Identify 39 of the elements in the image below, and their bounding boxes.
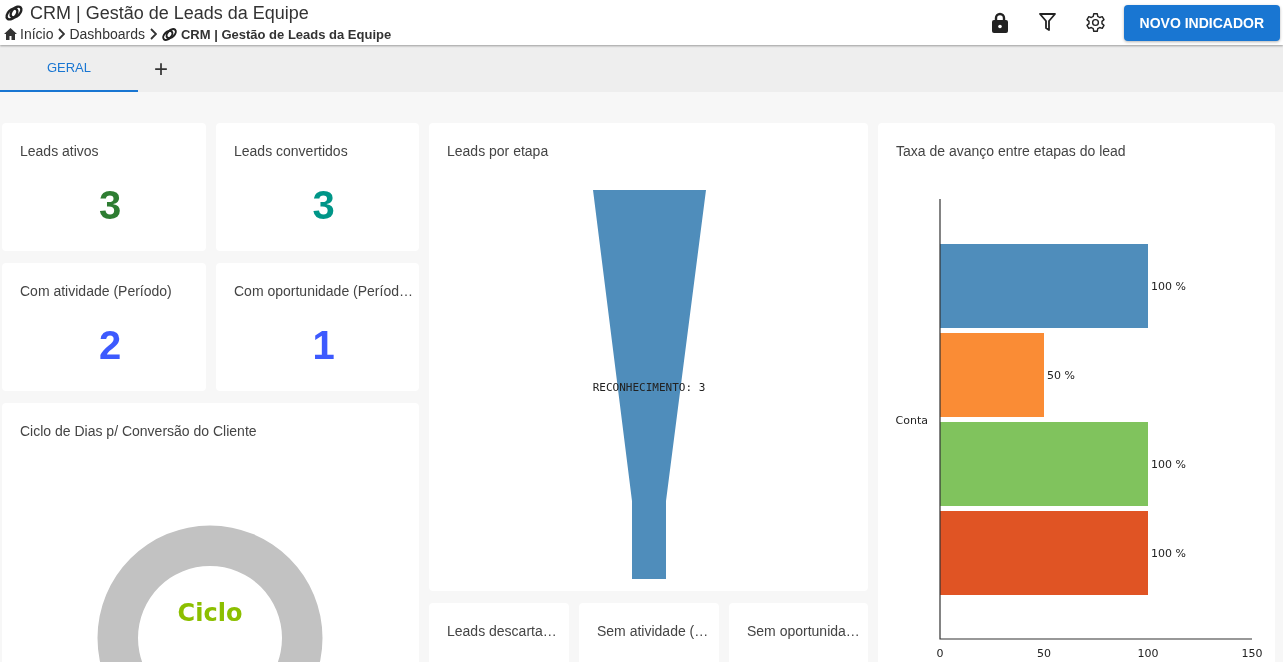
breadcrumb-link[interactable]: CRM | Gestão de Leads da Equipe <box>180 26 392 42</box>
page-title: CRM | Gestão de Leads da Equipe <box>30 2 309 24</box>
card-title: Leads ativos <box>20 143 100 159</box>
filter-icon[interactable] <box>1039 13 1057 32</box>
kpi-value: 3 <box>97 183 123 228</box>
card-title: Leads convertidos <box>234 143 349 159</box>
card-title: Leads por etapa <box>446 143 550 159</box>
kpi-value: 2 <box>97 323 123 368</box>
tab[interactable]: GERAL <box>0 45 138 92</box>
category-label: Conta <box>895 414 928 427</box>
new-indicator-button[interactable]: NOVO INDICADOR <box>1123 4 1280 41</box>
card-title: Sem atividade (… <box>597 623 710 639</box>
data-label: 100 % <box>1151 280 1186 293</box>
kpi-value: 1 <box>311 323 336 368</box>
settings-icon[interactable] <box>1085 12 1107 33</box>
card-title: Com atividade (Período) <box>20 283 173 299</box>
lock-icon[interactable] <box>991 12 1008 33</box>
breadcrumb-link[interactable]: Início <box>20 26 54 42</box>
card-title: Sem oportunida… <box>747 623 861 639</box>
breadcrumb-link[interactable]: Dashboards <box>69 26 145 42</box>
tick-label: 150 <box>1241 647 1263 660</box>
add-tab-button[interactable]: + <box>138 45 184 92</box>
chevron-icon <box>148 28 157 40</box>
link-icon <box>160 25 178 43</box>
tick-label: 50 <box>1037 647 1051 660</box>
chevron-icon <box>57 28 66 40</box>
card-title: Leads descarta… <box>447 623 558 639</box>
data-label: 50 % <box>1047 369 1075 382</box>
card-title: Com oportunidade (Períod… <box>234 283 413 299</box>
kpi-value: 3 <box>311 183 336 228</box>
data-label: 100 % <box>1151 547 1186 560</box>
card-title: Taxa de avanço entre etapas do lead <box>895 143 1127 159</box>
gauge-label: Ciclo <box>177 599 243 627</box>
link-icon <box>4 3 24 23</box>
tick-label: 100 <box>1137 647 1159 660</box>
home-icon <box>4 28 17 40</box>
data-label: 100 % <box>1151 458 1186 471</box>
card-title: Ciclo de Dias p/ Conversão do Cliente <box>20 423 258 439</box>
tick-label: 0 <box>936 647 944 660</box>
